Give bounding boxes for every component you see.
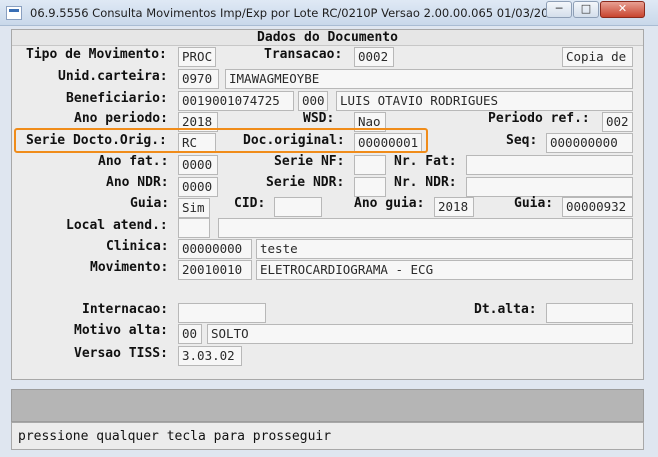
unid-carteira-code-field[interactable]: 0970 <box>178 69 219 89</box>
transacao-field[interactable]: 0002 <box>354 47 394 67</box>
guia-number-field[interactable]: 00000932 <box>562 197 633 217</box>
ano-fat-field[interactable]: 0000 <box>178 155 218 175</box>
movimento-name-field[interactable]: ELETROCARDIOGRAMA - ECG <box>256 260 633 280</box>
dt-alta-label: Dt.alta: <box>474 302 537 317</box>
local-atend-name-field[interactable] <box>218 218 633 238</box>
guia-flag-field[interactable]: Sim <box>178 198 210 218</box>
guia-number-label: Guia: <box>514 196 554 211</box>
unid-carteira-name-field[interactable]: IMAWAGMEOYBE <box>225 69 633 89</box>
ano-periodo-label: Ano periodo: <box>74 111 168 126</box>
dt-alta-field[interactable] <box>546 303 633 323</box>
nr-fat-label: Nr. Fat: <box>394 154 457 169</box>
copia-de-field[interactable]: Copia de <box>562 47 633 67</box>
close-button[interactable]: ✕ <box>600 1 645 18</box>
periodo-ref-field[interactable]: 002 <box>602 112 633 132</box>
nr-ndr-label: Nr. NDR: <box>394 175 457 190</box>
serie-ndr-field[interactable] <box>354 177 386 197</box>
clinica-label: Clinica: <box>106 239 169 254</box>
ano-guia-label: Ano guia: <box>354 196 425 211</box>
local-atend-label: Local atend.: <box>66 218 168 233</box>
clinica-name-field[interactable]: teste <box>256 239 633 259</box>
movimento-label: Movimento: <box>90 260 169 275</box>
local-atend-code-field[interactable] <box>178 218 210 238</box>
app-icon <box>6 6 22 20</box>
movimento-code-field[interactable]: 20010010 <box>178 260 252 280</box>
ano-ndr-field[interactable]: 0000 <box>178 177 218 197</box>
versao-tiss-field[interactable]: 3.03.02 <box>178 346 242 366</box>
unid-carteira-label: Unid.carteira: <box>58 69 168 84</box>
transacao-label: Transacao: <box>264 47 343 62</box>
nr-ndr-field[interactable] <box>466 177 633 197</box>
panel-title: Dados do Documento <box>12 30 643 46</box>
highlight-box <box>14 128 428 153</box>
motivo-alta-label: Motivo alta: <box>74 323 168 338</box>
internacao-field[interactable] <box>178 303 266 323</box>
seq-field[interactable]: 000000000 <box>546 133 633 153</box>
beneficiario-label: Beneficiario: <box>66 91 168 106</box>
window-title: 06.9.5556 Consulta Movimentos Imp/Exp po… <box>30 6 593 20</box>
maximize-button[interactable]: □ <box>573 1 599 18</box>
tipo-movimento-field[interactable]: PROC <box>178 47 216 67</box>
status-message: pressione qualquer tecla para prosseguir <box>11 422 644 450</box>
motivo-alta-name-field[interactable]: SOLTO <box>207 324 633 344</box>
serie-nf-label: Serie NF: <box>274 154 345 169</box>
nr-fat-field[interactable] <box>466 155 633 175</box>
seq-label: Seq: <box>506 133 538 148</box>
beneficiario-code-field[interactable]: 0019001074725 <box>178 91 294 111</box>
cid-field[interactable] <box>274 197 322 217</box>
action-bar <box>11 389 644 422</box>
minimize-button[interactable]: ─ <box>546 1 572 18</box>
ano-guia-field[interactable]: 2018 <box>434 197 474 217</box>
wsd-label: WSD: <box>303 111 335 126</box>
tipo-movimento-label: Tipo de Movimento: <box>26 47 167 62</box>
guia-flag-label: Guia: <box>130 196 170 211</box>
ano-fat-label: Ano fat.: <box>98 154 169 169</box>
periodo-ref-label: Periodo ref.: <box>488 111 590 126</box>
versao-tiss-label: Versao TISS: <box>74 346 168 361</box>
internacao-label: Internacao: <box>82 302 169 317</box>
serie-nf-field[interactable] <box>354 155 386 175</box>
title-bar: 06.9.5556 Consulta Movimentos Imp/Exp po… <box>0 0 658 26</box>
cid-label: CID: <box>234 196 266 211</box>
serie-ndr-label: Serie NDR: <box>266 175 345 190</box>
ano-ndr-label: Ano NDR: <box>106 175 169 190</box>
beneficiario-name-field[interactable]: LUIS OTAVIO RODRIGUES <box>336 91 633 111</box>
clinica-code-field[interactable]: 00000000 <box>178 239 252 259</box>
beneficiario-seq-field[interactable]: 000 <box>298 91 328 111</box>
motivo-alta-code-field[interactable]: 00 <box>178 324 202 344</box>
